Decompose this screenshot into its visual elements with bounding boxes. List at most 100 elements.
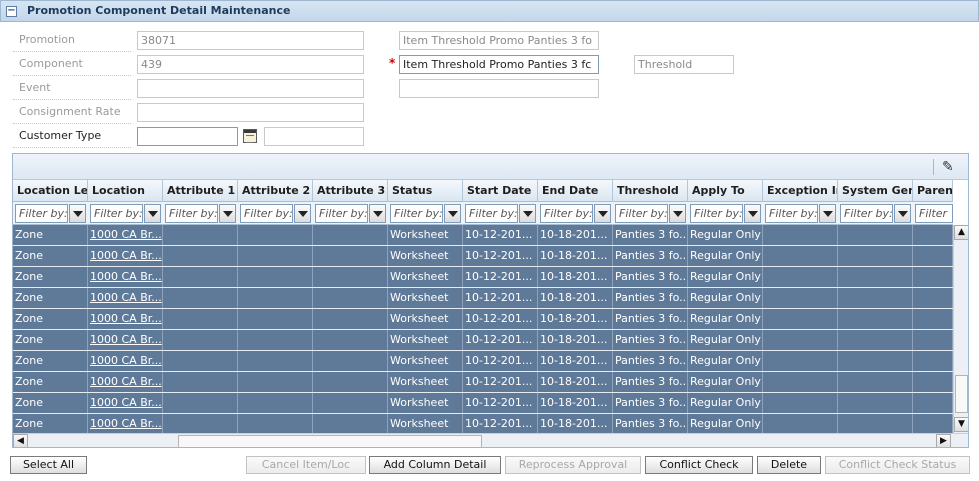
chevron-down-icon[interactable]	[519, 204, 536, 223]
table-cell: 10-18-201...	[538, 414, 613, 433]
table-row[interactable]: Zone 1000 CA Br... Worksheet 10-12-201... 10…	[13, 288, 953, 309]
location-link[interactable]: 1000 CA Br...	[88, 414, 163, 433]
table-row[interactable]: Zone 1000 CA Br... Worksheet 10-12-201... 10…	[13, 393, 953, 414]
table-row[interactable]: Zone 1000 CA Br... Worksheet 10-12-201... 10…	[13, 351, 953, 372]
column-header-location[interactable]: Location	[88, 180, 163, 202]
pencil-icon[interactable]: ✎	[942, 158, 960, 176]
column-header-attribute-1[interactable]: Attribute 1	[163, 180, 238, 202]
table-cell: Zone	[13, 225, 88, 245]
table-cell	[313, 288, 388, 308]
chevron-down-icon[interactable]	[144, 204, 161, 223]
chevron-down-icon[interactable]	[294, 204, 311, 223]
location-grid: ✎ Location LevelLocationAttribute 1Attri…	[12, 153, 969, 448]
chevron-down-icon[interactable]	[69, 204, 86, 223]
chevron-down-icon[interactable]	[819, 204, 836, 223]
filter-input[interactable]: Filter by:	[765, 204, 818, 223]
table-cell	[763, 351, 838, 371]
column-header-parent[interactable]: Parent	[913, 180, 953, 202]
collapse-icon[interactable]: −	[6, 6, 17, 17]
horizontal-scrollbar[interactable]: ◀ ▶	[13, 433, 968, 447]
table-cell	[763, 330, 838, 350]
table-cell	[838, 414, 913, 433]
location-link[interactable]: 1000 CA Br...	[88, 288, 163, 308]
filter-input[interactable]: Filter by:	[465, 204, 518, 223]
filter-input[interactable]: Filter by:	[240, 204, 293, 223]
table-row[interactable]: Zone 1000 CA Br... Worksheet 10-12-201... 10…	[13, 267, 953, 288]
component-description-input[interactable]: Item Threshold Promo Panties 3 fc	[399, 55, 599, 74]
column-header-attribute-3[interactable]: Attribute 3	[313, 180, 388, 202]
table-cell	[763, 414, 838, 433]
chevron-down-icon[interactable]	[594, 204, 611, 223]
select-all-button[interactable]: Select All	[10, 456, 87, 474]
arrow-right-icon[interactable]: ▶	[936, 434, 951, 447]
chevron-down-icon[interactable]	[219, 204, 236, 223]
reprocess-approval-button[interactable]: Reprocess Approval	[505, 456, 641, 474]
cancel-item-loc-button[interactable]: Cancel Item/Loc	[246, 456, 366, 474]
add-column-detail-button[interactable]: Add Column Detail	[369, 456, 501, 474]
column-header-end-date[interactable]: End Date	[538, 180, 613, 202]
table-cell: 10-12-201...	[463, 246, 538, 266]
arrow-left-icon[interactable]: ◀	[13, 434, 28, 447]
table-cell	[163, 372, 238, 392]
location-link[interactable]: 1000 CA Br...	[88, 246, 163, 266]
column-header-system-generated[interactable]: System Generated	[838, 180, 913, 202]
customer-type-input[interactable]	[137, 127, 238, 146]
table-row[interactable]: Zone 1000 CA Br... Worksheet 10-12-201... 10…	[13, 246, 953, 267]
filter-input[interactable]: Filter by:	[15, 204, 68, 223]
panel-title: Promotion Component Detail Maintenance	[27, 4, 291, 17]
vertical-scroll-thumb[interactable]	[955, 375, 968, 413]
filter-input[interactable]: Filter by:	[315, 204, 368, 223]
table-row[interactable]: Zone 1000 CA Br... Worksheet 10-12-201... 10…	[13, 414, 953, 433]
location-link[interactable]: 1000 CA Br...	[88, 393, 163, 413]
chevron-down-icon[interactable]	[744, 204, 761, 223]
table-cell	[838, 372, 913, 392]
calendar-icon[interactable]	[243, 129, 257, 143]
table-row[interactable]: Zone 1000 CA Br... Worksheet 10-12-201... 10…	[13, 330, 953, 351]
column-header-exception-ind[interactable]: Exception Ind	[763, 180, 838, 202]
conflict-check-status-button[interactable]: Conflict Check Status	[825, 456, 970, 474]
column-header-attribute-2[interactable]: Attribute 2	[238, 180, 313, 202]
location-link[interactable]: 1000 CA Br...	[88, 351, 163, 371]
location-link[interactable]: 1000 CA Br...	[88, 372, 163, 392]
conflict-check-button[interactable]: Conflict Check	[645, 456, 753, 474]
filter-input[interactable]: Filter	[915, 204, 953, 223]
chevron-down-icon[interactable]	[669, 204, 686, 223]
table-cell	[838, 351, 913, 371]
arrow-down-icon[interactable]: ▼	[954, 417, 968, 432]
column-header-start-date[interactable]: Start Date	[463, 180, 538, 202]
location-link[interactable]: 1000 CA Br...	[88, 225, 163, 245]
table-cell	[238, 246, 313, 266]
location-link[interactable]: 1000 CA Br...	[88, 267, 163, 287]
vertical-scrollbar[interactable]: ▲ ▼	[953, 225, 968, 433]
table-row[interactable]: Zone 1000 CA Br... Worksheet 10-12-201... 10…	[13, 309, 953, 330]
filter-input[interactable]: Filter by:	[840, 204, 893, 223]
chevron-down-icon[interactable]	[369, 204, 386, 223]
table-cell	[238, 351, 313, 371]
chevron-down-icon[interactable]	[444, 204, 461, 223]
horizontal-scroll-thumb[interactable]	[178, 435, 482, 447]
location-link[interactable]: 1000 CA Br...	[88, 330, 163, 350]
filter-input[interactable]: Filter by:	[165, 204, 218, 223]
table-cell: Regular Only	[688, 267, 763, 287]
location-link[interactable]: 1000 CA Br...	[88, 309, 163, 329]
column-header-status[interactable]: Status	[388, 180, 463, 202]
chevron-down-icon[interactable]	[894, 204, 911, 223]
filter-input[interactable]: Filter by:	[540, 204, 593, 223]
filter-input[interactable]: Filter by:	[90, 204, 143, 223]
column-header-location-level[interactable]: Location Level	[13, 180, 88, 202]
table-cell	[238, 393, 313, 413]
toolbar-separator	[933, 159, 934, 175]
table-row[interactable]: Zone 1000 CA Br... Worksheet 10-12-201... 10…	[13, 225, 953, 246]
arrow-up-icon[interactable]: ▲	[954, 225, 968, 240]
table-row[interactable]: Zone 1000 CA Br... Worksheet 10-12-201... 10…	[13, 372, 953, 393]
table-cell: 10-18-201...	[538, 351, 613, 371]
filter-input[interactable]: Filter by:	[390, 204, 443, 223]
filter-input[interactable]: Filter by:	[690, 204, 743, 223]
delete-button[interactable]: Delete	[757, 456, 821, 474]
column-header-threshold[interactable]: Threshold	[613, 180, 688, 202]
filter-input[interactable]: Filter by:	[615, 204, 668, 223]
column-header-apply-to[interactable]: Apply To	[688, 180, 763, 202]
table-cell	[838, 309, 913, 329]
promotion-label: Promotion	[13, 30, 131, 52]
table-cell	[163, 267, 238, 287]
